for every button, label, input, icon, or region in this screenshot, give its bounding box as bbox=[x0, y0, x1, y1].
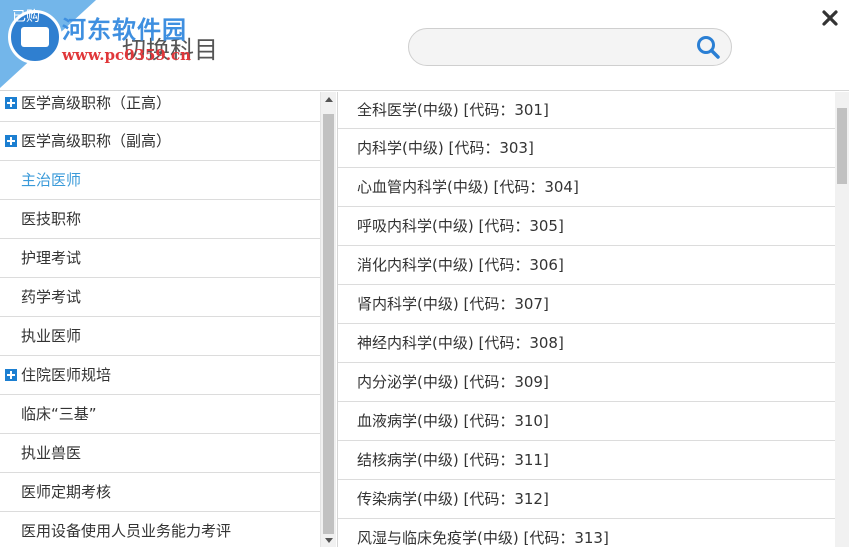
category-item-medical-tech[interactable]: 医技职称 bbox=[0, 200, 320, 239]
watermark-url: www.pc0359.cn bbox=[62, 46, 192, 64]
subject-item[interactable]: 肾内科学(中级) [代码：307] bbox=[338, 285, 835, 324]
category-item-licensed-physician[interactable]: 执业医师 bbox=[0, 317, 320, 356]
subject-item[interactable]: 消化内科学(中级) [代码：306] bbox=[338, 246, 835, 285]
category-item-veterinarian[interactable]: 执业兽医 bbox=[0, 434, 320, 473]
subject-item[interactable]: 血液病学(中级) [代码：310] bbox=[338, 402, 835, 441]
category-label: 医技职称 bbox=[21, 210, 82, 228]
category-item-pharmacy[interactable]: 药学考试 bbox=[0, 278, 320, 317]
subject-scrollbar[interactable] bbox=[835, 92, 849, 547]
subject-item[interactable]: 内分泌学(中级) [代码：309] bbox=[338, 363, 835, 402]
watermark-site-name: 河东软件园 bbox=[62, 15, 187, 44]
search-button[interactable] bbox=[695, 34, 721, 60]
subject-item[interactable]: 神经内科学(中级) [代码：308] bbox=[338, 324, 835, 363]
category-label: 药学考试 bbox=[21, 288, 82, 306]
search-input[interactable] bbox=[423, 34, 683, 60]
expand-plus-icon[interactable] bbox=[5, 135, 17, 147]
expand-plus-icon[interactable] bbox=[5, 97, 17, 109]
subject-item[interactable]: 心血管内科学(中级) [代码：304] bbox=[338, 168, 835, 207]
category-item-senior-deputy[interactable]: 医学高级职称（副高） bbox=[0, 122, 320, 161]
category-item-nursing[interactable]: 护理考试 bbox=[0, 239, 320, 278]
subject-item[interactable]: 全科医学(中级) [代码：301] bbox=[338, 92, 835, 129]
close-button[interactable] bbox=[820, 8, 840, 28]
category-label: 护理考试 bbox=[21, 249, 82, 267]
category-label: 医学高级职称（副高） bbox=[21, 132, 172, 150]
subject-item[interactable]: 传染病学(中级) [代码：312] bbox=[338, 480, 835, 519]
scroll-down-arrow-icon[interactable] bbox=[325, 538, 333, 543]
category-label: 执业医师 bbox=[21, 327, 82, 345]
category-scroll-thumb[interactable] bbox=[323, 114, 334, 534]
subject-scroll-thumb[interactable] bbox=[837, 108, 847, 184]
close-icon bbox=[822, 10, 838, 26]
search-box bbox=[408, 28, 732, 66]
category-label: 医用设备使用人员业务能力考评 bbox=[21, 522, 232, 540]
category-item-equipment-operator[interactable]: 医用设备使用人员业务能力考评 bbox=[0, 512, 320, 547]
category-item-attending[interactable]: 主治医师 bbox=[0, 161, 320, 200]
category-label: 医学高级职称（正高） bbox=[21, 94, 172, 112]
subject-item[interactable]: 呼吸内科学(中级) [代码：305] bbox=[338, 207, 835, 246]
scroll-up-arrow-icon[interactable] bbox=[325, 97, 333, 102]
subject-list: 全科医学(中级) [代码：301] 内科学(中级) [代码：303] 心血管内科… bbox=[337, 92, 835, 547]
category-label: 执业兽医 bbox=[21, 444, 82, 462]
category-label: 临床“三基” bbox=[21, 405, 97, 423]
category-list: 医学高级职称（正高） 医学高级职称（副高） 主治医师 医技职称 护理考试 药学考… bbox=[0, 92, 320, 547]
search-icon bbox=[697, 36, 720, 59]
category-label: 医师定期考核 bbox=[21, 483, 112, 501]
header: 已购 切换科目 河东软件园 www.pc0359.cn bbox=[0, 0, 849, 91]
category-item-periodic-assessment[interactable]: 医师定期考核 bbox=[0, 473, 320, 512]
subject-item[interactable]: 风湿与临床免疫学(中级) [代码：313] bbox=[338, 519, 835, 547]
subject-item[interactable]: 结核病学(中级) [代码：311] bbox=[338, 441, 835, 480]
category-scrollbar[interactable] bbox=[320, 92, 336, 547]
expand-plus-icon[interactable] bbox=[5, 369, 17, 381]
category-label: 主治医师 bbox=[21, 171, 82, 189]
category-item-three-basics[interactable]: 临床“三基” bbox=[0, 395, 320, 434]
category-item-residency[interactable]: 住院医师规培 bbox=[0, 356, 320, 395]
purchased-tab[interactable]: 已购 bbox=[12, 6, 40, 26]
category-item-senior-full[interactable]: 医学高级职称（正高） bbox=[0, 92, 320, 122]
category-label: 住院医师规培 bbox=[21, 366, 112, 384]
subject-item[interactable]: 内科学(中级) [代码：303] bbox=[338, 129, 835, 168]
